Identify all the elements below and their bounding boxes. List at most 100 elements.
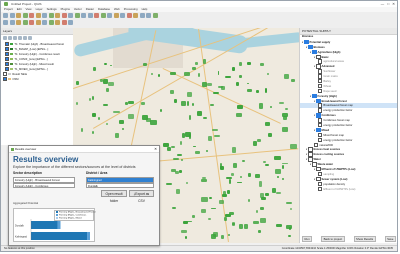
tree-checkbox[interactable] bbox=[318, 88, 323, 94]
tree-checkbox[interactable] bbox=[318, 123, 323, 128]
select-icon[interactable] bbox=[100, 13, 106, 18]
layer-visibility-checkbox[interactable] bbox=[5, 67, 10, 72]
forest-patch bbox=[252, 140, 257, 146]
save-project-icon[interactable] bbox=[16, 13, 21, 18]
tree-checkbox[interactable] bbox=[312, 93, 317, 99]
tree-checkbox[interactable] bbox=[318, 59, 323, 64]
layer-visibility-checkbox[interactable] bbox=[5, 47, 10, 52]
forest-patch bbox=[181, 101, 186, 106]
label-icon[interactable] bbox=[146, 13, 151, 18]
tree-checkbox[interactable] bbox=[318, 186, 323, 191]
identify-icon[interactable] bbox=[94, 13, 99, 18]
layer-item[interactable]: OSM bbox=[1, 77, 73, 82]
tree-checkbox[interactable] bbox=[308, 157, 313, 162]
layer-visibility-checkbox[interactable] bbox=[5, 52, 10, 57]
layer-visibility-checkbox[interactable] bbox=[3, 72, 8, 77]
zoom-next-icon[interactable] bbox=[81, 13, 86, 18]
new-project-icon[interactable] bbox=[3, 13, 8, 18]
tree-checkbox[interactable] bbox=[318, 132, 323, 138]
tree-checkbox[interactable] bbox=[314, 142, 319, 147]
open-result-folder-button[interactable]: Open result folder bbox=[101, 190, 127, 203]
tree-checkbox[interactable] bbox=[308, 147, 313, 152]
tree-checkbox[interactable] bbox=[318, 118, 323, 123]
edit-icon[interactable] bbox=[35, 20, 41, 25]
forest-patch bbox=[290, 144, 297, 150]
filter-icon[interactable] bbox=[13, 36, 17, 40]
collapse-icon[interactable] bbox=[23, 36, 27, 40]
add-raster-icon[interactable] bbox=[9, 20, 15, 25]
qgis-logo-icon bbox=[4, 2, 8, 6]
deselect-icon[interactable] bbox=[107, 13, 112, 18]
tree-checkbox[interactable] bbox=[316, 98, 321, 103]
forest-patch bbox=[173, 157, 180, 160]
run-button[interactable]: Run bbox=[302, 235, 313, 243]
add-group-icon[interactable] bbox=[8, 36, 12, 40]
layer-visibility-checkbox[interactable] bbox=[5, 57, 10, 62]
tree-checkbox[interactable] bbox=[318, 74, 323, 79]
print-layout-icon[interactable] bbox=[29, 13, 34, 18]
pan-icon[interactable] bbox=[35, 13, 41, 18]
new-layer-icon[interactable] bbox=[29, 20, 34, 25]
legend-label: Forestry (High) - Broad-leaved Forest bbox=[59, 211, 96, 214]
remove-layer-icon[interactable] bbox=[28, 36, 32, 40]
tree-checkbox[interactable] bbox=[318, 108, 323, 113]
zoom-layer-icon[interactable] bbox=[68, 13, 73, 18]
supply-tree-item[interactable]: Effluent of UWWTPs (Low) bbox=[300, 186, 397, 192]
district-option-2[interactable]: Dundalk bbox=[86, 182, 154, 188]
layer-visibility-checkbox[interactable] bbox=[3, 77, 8, 82]
back-to-project-button[interactable]: Back to project bbox=[321, 235, 345, 243]
plugin-icon[interactable] bbox=[152, 13, 158, 18]
redo-icon[interactable] bbox=[61, 20, 67, 25]
dialog-close-icon[interactable]: ✕ bbox=[154, 146, 157, 152]
style-icon[interactable] bbox=[3, 36, 7, 40]
show-results-button[interactable]: Show Results bbox=[353, 235, 376, 243]
zoom-full-icon[interactable] bbox=[61, 13, 67, 18]
tree-checkbox[interactable] bbox=[308, 152, 313, 157]
tree-checkbox[interactable] bbox=[316, 127, 321, 133]
tree-checkbox[interactable] bbox=[316, 54, 321, 59]
tree-checkbox[interactable] bbox=[316, 167, 321, 172]
save-button[interactable]: Save bbox=[384, 235, 396, 243]
undo-icon[interactable] bbox=[55, 20, 60, 25]
tree-checkbox[interactable] bbox=[318, 79, 323, 84]
tree-checkbox[interactable] bbox=[318, 181, 323, 187]
save-as-icon[interactable] bbox=[22, 13, 28, 18]
tree-checkbox[interactable] bbox=[316, 64, 321, 69]
refresh-icon[interactable] bbox=[87, 13, 93, 18]
tree-checkbox[interactable] bbox=[312, 49, 317, 55]
digitize-icon[interactable] bbox=[42, 20, 47, 25]
tree-checkbox[interactable] bbox=[318, 137, 323, 143]
tree-checkbox[interactable] bbox=[318, 69, 323, 74]
tree-checkbox[interactable] bbox=[318, 171, 323, 177]
layer-label: Result Table bbox=[12, 73, 28, 76]
pan-to-selection-icon[interactable] bbox=[42, 13, 47, 18]
add-wms-icon[interactable] bbox=[22, 20, 28, 25]
measure-icon[interactable] bbox=[126, 13, 132, 18]
forest-patch bbox=[91, 95, 95, 101]
tree-checkbox[interactable] bbox=[316, 176, 321, 182]
forest-patch bbox=[237, 181, 242, 184]
expand-icon[interactable] bbox=[18, 36, 22, 40]
zoom-in-icon[interactable] bbox=[48, 13, 54, 18]
tree-checkbox[interactable] bbox=[318, 83, 323, 89]
zoom-out-icon[interactable] bbox=[55, 13, 60, 18]
tree-checkbox[interactable] bbox=[312, 162, 317, 167]
node-tool-icon[interactable] bbox=[48, 20, 54, 25]
add-database-icon[interactable] bbox=[16, 20, 21, 25]
open-project-icon[interactable] bbox=[9, 13, 15, 18]
zoom-last-icon[interactable] bbox=[74, 13, 80, 18]
tree-checkbox[interactable] bbox=[304, 39, 309, 45]
attribute-table-icon[interactable] bbox=[113, 13, 119, 18]
annotation-icon[interactable] bbox=[139, 13, 145, 18]
python-icon[interactable] bbox=[68, 20, 73, 25]
tree-checkbox[interactable] bbox=[316, 113, 321, 118]
add-vector-icon[interactable] bbox=[3, 20, 8, 25]
tree-checkbox[interactable] bbox=[308, 44, 313, 50]
layer-visibility-checkbox[interactable] bbox=[5, 42, 10, 47]
statistics-icon[interactable] bbox=[133, 13, 138, 18]
sector-option-2[interactable]: Forestry (High) - Coniferous bbox=[13, 182, 75, 188]
export-csv-button[interactable]: ⤓Export as CSV bbox=[129, 190, 154, 203]
field-calculator-icon[interactable] bbox=[120, 13, 125, 18]
layer-visibility-checkbox[interactable] bbox=[5, 62, 10, 67]
tree-checkbox[interactable] bbox=[318, 103, 323, 108]
